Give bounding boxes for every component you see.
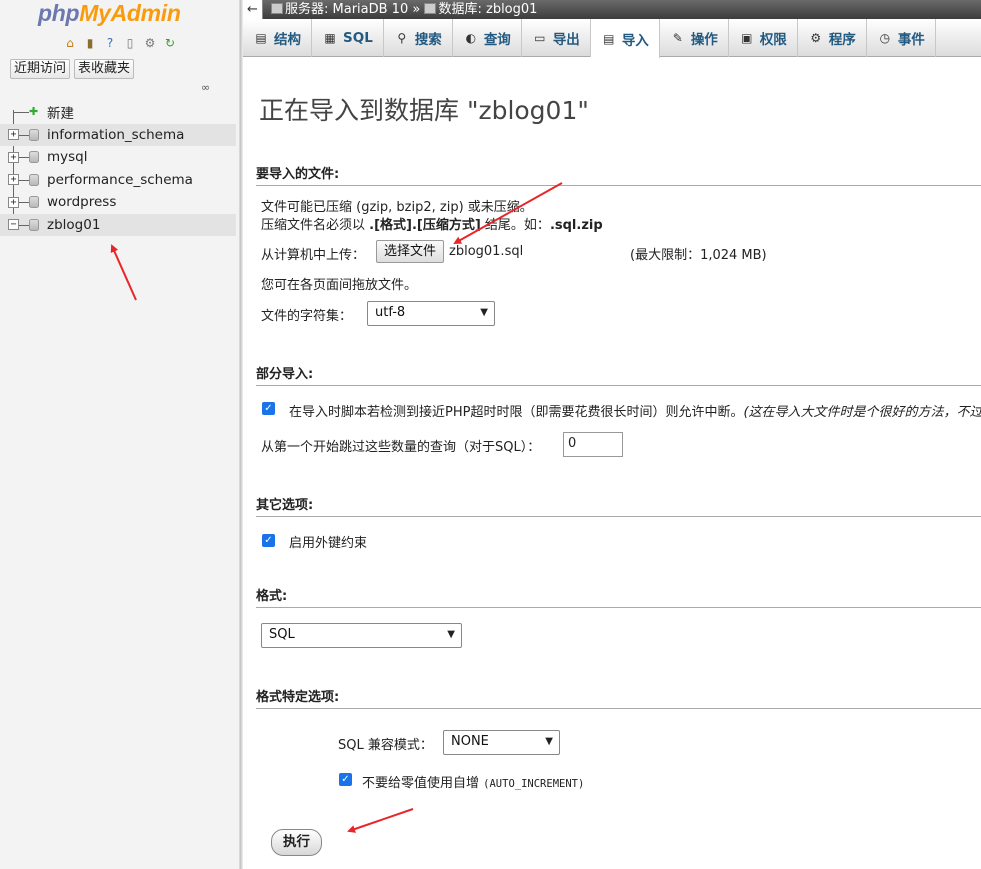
tree-item-label: performance_schema — [47, 171, 193, 188]
events-icon: ◷ — [879, 31, 891, 45]
no-auto-value-checkbox[interactable]: ✓ — [339, 773, 352, 786]
favorites-button[interactable]: 表收藏夹 — [74, 59, 135, 79]
other-section-heading: 其它选项: — [256, 494, 981, 517]
drag-drop-hint: 您可在各页面间拖放文件。 — [261, 278, 418, 293]
tab-routines[interactable]: ⚙ 程序 — [798, 19, 867, 57]
settings-icon[interactable]: ⚙ — [142, 35, 158, 51]
query-icon: ◐ — [465, 31, 477, 45]
tree-item-label: zblog01 — [47, 216, 101, 233]
breadcrumb-separator: » — [412, 2, 421, 17]
tree-item-mysql[interactable]: + mysql — [0, 146, 236, 169]
structure-icon: ▤ — [255, 31, 267, 45]
upload-label: 从计算机中上传： — [261, 248, 366, 263]
no-auto-value-label: 不要给零值使用自增 (AUTO_INCREMENT) — [362, 776, 585, 791]
tree-item-label: 新建 — [47, 106, 74, 123]
allow-interrupt-label: 在导入时脚本若检测到接近PHP超时时限（即需要花费很长时间）则允许中断。(这在导… — [289, 405, 981, 420]
tree-item-label: information_schema — [47, 126, 185, 143]
compression-format-note: 压缩文件名必须以 .[格式].[压缩方式] 结尾。如：.sql.zip — [261, 218, 603, 233]
home-icon[interactable]: ⌂ — [62, 35, 78, 51]
tab-query[interactable]: ◐ 查询 — [453, 19, 522, 57]
tab-sql[interactable]: ▦ SQL — [312, 19, 384, 57]
tree-item-performance-schema[interactable]: + performance_schema — [0, 169, 236, 192]
breadcrumb-server[interactable]: 服务器: MariaDB 10 — [285, 2, 408, 17]
tab-search[interactable]: ⚲ 搜索 — [384, 19, 453, 57]
import-page: 正在导入到数据库 "zblog01" 要导入的文件: 文件可能已压缩 (gzip… — [243, 57, 981, 869]
new-database-icon: ✚ — [29, 105, 39, 119]
database-icon — [29, 151, 39, 164]
navigation-panel: phpMyAdmin ⌂ ▮ ? ▯ ⚙ ↻ 近期访问 表收藏夹 ∞ ✚ 新建 … — [0, 0, 240, 869]
database-tree: ✚ 新建 + information_schema + mysql + perf… — [0, 101, 236, 236]
allow-interrupt-checkbox[interactable]: ✓ — [262, 402, 275, 415]
tab-events[interactable]: ◷ 事件 — [867, 19, 936, 57]
phpmyadmin-logo[interactable]: phpMyAdmin — [38, 0, 181, 27]
database-icon — [29, 218, 39, 231]
charset-label: 文件的字符集： — [261, 309, 353, 324]
choose-file-button[interactable]: 选择文件 — [376, 240, 444, 263]
page-title: 正在导入到数据库 "zblog01" — [259, 96, 589, 125]
expand-icon[interactable]: + — [8, 174, 19, 186]
link-icon[interactable]: ∞ — [201, 82, 215, 93]
format-options-heading: 格式特定选项: — [256, 686, 981, 709]
tab-export[interactable]: ▭ 导出 — [522, 19, 591, 57]
tab-operations[interactable]: ✎ 操作 — [660, 19, 729, 57]
max-upload-limit: (最大限制：1,024 MB) — [630, 248, 767, 263]
chevron-down-icon: ▼ — [480, 307, 488, 318]
server-icon — [271, 3, 283, 14]
search-icon: ⚲ — [397, 31, 407, 45]
reload-icon[interactable]: ↻ — [162, 35, 178, 51]
breadcrumb-database[interactable]: 数据库: zblog01 — [438, 2, 537, 17]
tab-structure[interactable]: ▤ 结构 — [243, 19, 312, 57]
expand-icon[interactable]: + — [8, 129, 19, 141]
expand-icon[interactable]: + — [8, 196, 19, 208]
collapse-icon[interactable]: − — [8, 219, 19, 231]
format-select[interactable]: SQL ▼ — [261, 623, 462, 648]
expand-icon[interactable]: + — [8, 151, 19, 163]
tree-item-label: mysql — [47, 149, 88, 166]
import-icon: ▤ — [603, 31, 615, 46]
database-icon — [29, 128, 39, 141]
partial-section-heading: 部分导入: — [256, 363, 981, 386]
sql-compat-label: SQL 兼容模式： — [338, 738, 433, 753]
format-section-heading: 格式: — [256, 585, 981, 608]
tab-bar: ▤ 结构 ▦ SQL ⚲ 搜索 ◐ 查询 ▭ 导出 ▤ 导入 ✎ 操作 ▣ 权限 ⚙ 程序 ◷ 事件 — [243, 19, 981, 58]
tree-item-information-schema[interactable]: + information_schema — [0, 123, 236, 146]
skip-queries-input[interactable]: 0 — [563, 432, 623, 457]
tree-item-zblog01[interactable]: − zblog01 — [0, 213, 236, 236]
routines-icon: ⚙ — [810, 31, 822, 45]
database-icon — [424, 3, 437, 14]
tree-item-wordpress[interactable]: + wordpress — [0, 191, 236, 214]
tab-privileges[interactable]: ▣ 权限 — [729, 19, 798, 57]
database-icon — [29, 196, 39, 209]
back-arrow-icon[interactable]: ← — [243, 0, 263, 19]
exit-icon[interactable]: ▮ — [82, 35, 98, 51]
quick-icons: ⌂ ▮ ? ▯ ⚙ ↻ — [62, 35, 178, 51]
compression-note: 文件可能已压缩 (gzip, bzip2, zip) 或未压缩。 — [261, 200, 533, 215]
tree-item-label: wordpress — [47, 194, 117, 211]
sql-compat-select[interactable]: NONE ▼ — [443, 730, 560, 755]
docs-icon[interactable]: ▯ — [122, 35, 138, 51]
foreign-key-label: 启用外键约束 — [289, 536, 368, 551]
chevron-down-icon: ▼ — [545, 736, 553, 747]
skip-queries-label: 从第一个开始跳过这些数量的查询（对于SQL）： — [261, 440, 541, 455]
wrench-icon: ✎ — [672, 31, 683, 45]
file-section-heading: 要导入的文件: — [256, 163, 981, 186]
database-icon — [29, 173, 39, 186]
export-icon: ▭ — [534, 31, 546, 45]
chevron-down-icon: ▼ — [447, 629, 455, 640]
privileges-icon: ▣ — [741, 31, 753, 45]
sql-icon: ▦ — [324, 31, 336, 45]
foreign-key-checkbox[interactable]: ✓ — [262, 534, 275, 547]
help-icon[interactable]: ? — [102, 35, 118, 51]
charset-select[interactable]: utf-8 ▼ — [367, 301, 495, 326]
tree-item-new[interactable]: ✚ 新建 — [0, 101, 236, 124]
breadcrumb: ← 服务器: MariaDB 10 » 数据库: zblog01 — [243, 0, 981, 19]
go-button[interactable]: 执行 — [271, 829, 322, 856]
recent-button[interactable]: 近期访问 — [10, 59, 71, 79]
chosen-file-name: zblog01.sql — [449, 244, 524, 259]
tab-import[interactable]: ▤ 导入 — [590, 19, 660, 58]
